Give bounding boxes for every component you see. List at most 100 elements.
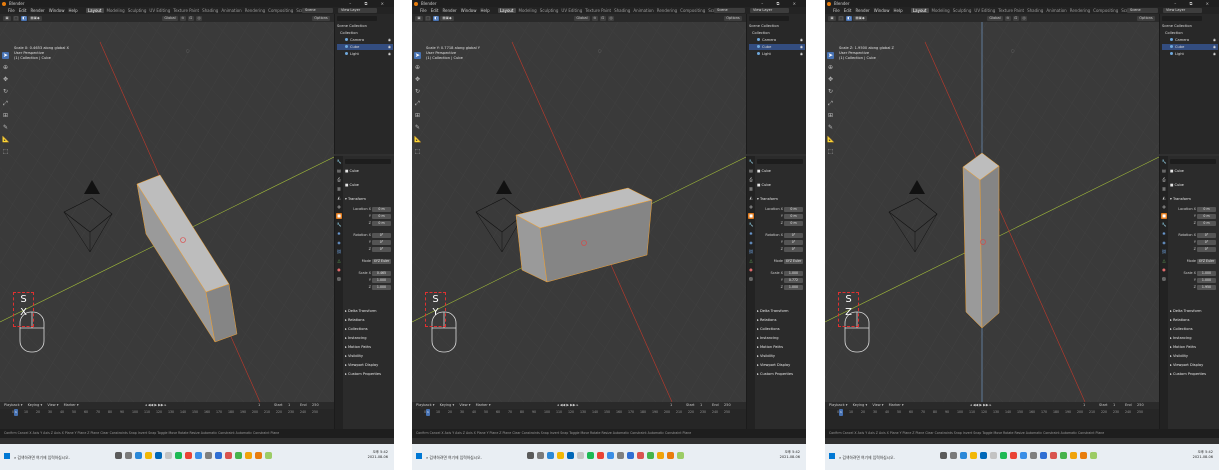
tab-sculpting[interactable]: Sculpting: [128, 8, 147, 13]
menu-render[interactable]: Render: [855, 8, 869, 13]
outliner-scene-collection[interactable]: Scene Collection: [337, 23, 393, 29]
properties-editor[interactable]: 🔧 ▤ ⎙ ▥ ◭ ◍ ■ 🔧 ✺ ◉ ⛓ △ ● ▨ ■ Cube ■ Cub…: [334, 156, 394, 429]
snap-icon[interactable]: ⊡: [1013, 15, 1019, 21]
visibility-eye-icon[interactable]: ◉: [800, 44, 803, 50]
view-layer-tab-icon[interactable]: ▥: [336, 186, 342, 192]
menu-file[interactable]: File: [420, 8, 427, 13]
options-button[interactable]: Options: [1137, 15, 1155, 21]
select-tool-icon[interactable]: ➤: [2, 52, 9, 59]
current-frame[interactable]: 1: [1083, 402, 1085, 409]
scene-tab-icon[interactable]: ◭: [336, 195, 342, 201]
app-icon-4[interactable]: [205, 452, 212, 459]
rotation-x-field[interactable]: 0°: [784, 232, 803, 238]
widgets-icon[interactable]: [950, 452, 957, 459]
taskbar-search-input[interactable]: ⌕ 검색하려면 여기에 입력하십시오.: [426, 453, 521, 462]
section-viewport-display[interactable]: ▸ Viewport Display: [1170, 362, 1218, 368]
section-relations[interactable]: ▸ Relations: [345, 317, 393, 323]
outliner-item-camera[interactable]: Camera ◉: [749, 37, 805, 43]
app-icon-5[interactable]: [1040, 452, 1047, 459]
rotation-x-field[interactable]: 0°: [372, 232, 391, 238]
physics-tab-icon[interactable]: ◉: [1161, 240, 1167, 246]
timeline-menu-marker[interactable]: Marker ▾: [889, 403, 904, 407]
app-icon-5[interactable]: [215, 452, 222, 459]
proportional-icon[interactable]: ◎: [1021, 15, 1027, 21]
playback-controls-icon[interactable]: ◂ ◀◀ ▶ ▶▶ ▸: [145, 402, 166, 409]
mode-icon[interactable]: ⬚: [425, 15, 431, 21]
timeline-menu-keying[interactable]: Keying ▾: [440, 403, 456, 407]
current-frame[interactable]: 1: [670, 402, 672, 409]
proportional-icon[interactable]: ◎: [196, 15, 202, 21]
section-collections[interactable]: ▸ Collections: [757, 326, 805, 332]
rotation-x-field[interactable]: 0°: [1197, 232, 1216, 238]
location-x-field[interactable]: 0 m: [372, 206, 391, 212]
tab-texture-paint[interactable]: Texture Paint: [585, 8, 611, 13]
select-mode-icons[interactable]: ▦▣◆: [440, 15, 454, 21]
object-name-row[interactable]: ■ Cube: [1170, 168, 1218, 174]
view-layer-selector[interactable]: View Layer: [1163, 8, 1202, 13]
physics-tab-icon[interactable]: ◉: [336, 240, 342, 246]
navigation-gizmo-icon[interactable]: ◌: [186, 48, 190, 53]
chrome-icon[interactable]: [1010, 452, 1017, 459]
view-layer-selector[interactable]: View Layer: [338, 8, 377, 13]
world-tab-icon[interactable]: ◍: [336, 204, 342, 210]
section-instancing[interactable]: ▸ Instancing: [757, 335, 805, 341]
app-icon-5[interactable]: [627, 452, 634, 459]
scale-z-field[interactable]: 1.000: [784, 284, 803, 290]
tab-sculpting[interactable]: Sculpting: [540, 8, 559, 13]
section-custom-properties[interactable]: ▸ Custom Properties: [1170, 371, 1218, 377]
app-icon-3[interactable]: [195, 452, 202, 459]
outliner-item-camera[interactable]: Camera ◉: [337, 37, 393, 43]
render-tab-icon[interactable]: ▤: [748, 168, 754, 174]
window-controls[interactable]: – ⧉ ×: [349, 0, 390, 7]
select-box-icon[interactable]: ◧: [21, 15, 27, 21]
rotation-mode-field[interactable]: XYZ Euler: [1197, 258, 1216, 264]
move-tool-icon[interactable]: ✥: [827, 76, 834, 83]
app-icon-9[interactable]: [677, 452, 684, 459]
playback-controls-icon[interactable]: ◂ ◀◀ ▶ ▶▶ ▸: [557, 402, 578, 409]
edge-icon[interactable]: [547, 452, 554, 459]
end-frame[interactable]: 250: [724, 402, 731, 409]
windows-start-icon[interactable]: [4, 453, 10, 459]
start-frame[interactable]: 1: [700, 402, 702, 409]
rotation-y-field[interactable]: 0°: [1197, 239, 1216, 245]
app-icon-8[interactable]: [657, 452, 664, 459]
outliner-search-input[interactable]: [1162, 16, 1202, 21]
app-icon-4[interactable]: [617, 452, 624, 459]
section-viewport-display[interactable]: ▸ Viewport Display: [345, 362, 393, 368]
cursor-tool-icon[interactable]: ⊕: [414, 64, 421, 71]
tab-compositing[interactable]: Compositing: [1093, 8, 1118, 13]
task-view-icon[interactable]: [527, 452, 534, 459]
scale-y-field[interactable]: 1.000: [1197, 277, 1216, 283]
add-cube-tool-icon[interactable]: ⬚: [2, 148, 9, 155]
3d-viewport[interactable]: ➤ ⊕ ✥ ↻ ⤢ ⊞ ✎ 📐 ⬚ Scale Y: 0.7718 along …: [412, 22, 746, 402]
file-explorer-icon[interactable]: [145, 452, 152, 459]
section-motion-paths[interactable]: ▸ Motion Paths: [1170, 344, 1218, 350]
section-motion-paths[interactable]: ▸ Motion Paths: [345, 344, 393, 350]
world-tab-icon[interactable]: ◍: [1161, 204, 1167, 210]
tab-uv-editing[interactable]: UV Editing: [974, 8, 995, 13]
section-collections[interactable]: ▸ Collections: [1170, 326, 1218, 332]
scale-tool-icon[interactable]: ⤢: [414, 100, 421, 107]
properties-search-input[interactable]: [757, 159, 803, 164]
outliner-item-light[interactable]: Light ◉: [337, 51, 393, 57]
taskbar-search-input[interactable]: ⌕ 검색하려면 여기에 입력하십시오.: [839, 453, 934, 462]
transform-panel-header[interactable]: ▾ Transform: [757, 196, 805, 202]
particles-tab-icon[interactable]: ✺: [336, 231, 342, 237]
section-instancing[interactable]: ▸ Instancing: [345, 335, 393, 341]
3d-viewport[interactable]: ➤ ⊕ ✥ ↻ ⤢ ⊞ ✎ 📐 ⬚ Scale Z: 1.9500 along …: [825, 22, 1159, 402]
timeline-menu-view[interactable]: View ▾: [872, 403, 884, 407]
section-custom-properties[interactable]: ▸ Custom Properties: [757, 371, 805, 377]
timeline-menu-view[interactable]: View ▾: [459, 403, 471, 407]
menu-render[interactable]: Render: [30, 8, 44, 13]
outliner-item-camera[interactable]: Camera ◉: [1162, 37, 1218, 43]
timeline[interactable]: 1 0 10 20 30 40 50 60 70 80 90 100 110 120 130 140 150 1…: [412, 409, 746, 429]
app-icon-7[interactable]: [647, 452, 654, 459]
timeline-menu-keying[interactable]: Keying ▾: [853, 403, 869, 407]
cursor-tool-icon[interactable]: ⊕: [2, 64, 9, 71]
select-tool-icon[interactable]: ➤: [414, 52, 421, 59]
visibility-eye-icon[interactable]: ◉: [1213, 37, 1216, 43]
select-mode-icons[interactable]: ▦▣◆: [853, 15, 867, 21]
section-visibility[interactable]: ▸ Visibility: [345, 353, 393, 359]
chrome-icon[interactable]: [185, 452, 192, 459]
app-icon-6[interactable]: [225, 452, 232, 459]
